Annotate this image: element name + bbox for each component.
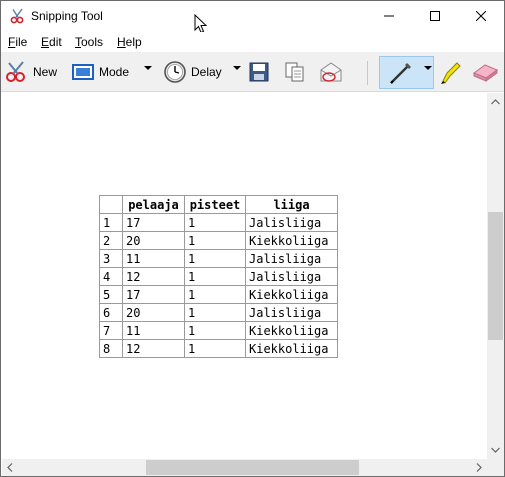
table-row: 6 20 1 Jalisliiga xyxy=(99,303,338,322)
cell-liiga: Kiekkoliiga xyxy=(245,339,338,358)
table-row: 3 11 1 Jalisliiga xyxy=(99,249,338,268)
cell-pisteet: 1 xyxy=(184,249,246,268)
data-table: pelaaja pisteet liiga 1 17 1 Jalisliiga … xyxy=(99,195,338,358)
cell-liiga: Jalisliiga xyxy=(245,303,338,322)
mode-button[interactable]: Mode xyxy=(71,57,129,87)
maximize-button[interactable] xyxy=(412,1,458,31)
cell-index: 7 xyxy=(99,321,123,340)
cell-pisteet: 1 xyxy=(184,231,246,250)
delay-button[interactable]: Delay xyxy=(163,57,222,87)
mouse-cursor-icon xyxy=(194,14,208,34)
cell-pisteet: 1 xyxy=(184,339,246,358)
delay-dropdown-arrow-icon[interactable] xyxy=(233,66,241,70)
table-row: 5 17 1 Kiekkoliiga xyxy=(99,285,338,304)
cell-pelaaja: 12 xyxy=(122,339,185,358)
cell-liiga: Kiekkoliiga xyxy=(245,285,338,304)
menu-edit[interactable]: Edit xyxy=(41,35,62,49)
menu-tools[interactable]: Tools xyxy=(75,35,103,49)
clock-icon xyxy=(164,61,186,83)
cell-index: 2 xyxy=(99,231,123,250)
cell-liiga: Jalisliiga xyxy=(245,249,338,268)
cell-pelaaja: 11 xyxy=(122,249,185,268)
scroll-right-arrow-icon[interactable] xyxy=(476,463,482,472)
mode-label: Mode xyxy=(99,65,130,79)
eraser-button[interactable] xyxy=(471,57,499,87)
snip-canvas[interactable]: pelaaja pisteet liiga 1 17 1 Jalisliiga … xyxy=(2,93,487,459)
scroll-left-arrow-icon[interactable] xyxy=(7,463,13,472)
scroll-up-arrow-icon[interactable] xyxy=(491,99,500,105)
scrollbar-corner xyxy=(487,459,504,476)
minimize-button[interactable] xyxy=(366,1,412,31)
cell-index: 8 xyxy=(99,339,123,358)
horizontal-scroll-thumb[interactable] xyxy=(146,460,359,475)
header-cell-pisteet: pisteet xyxy=(184,195,246,214)
cell-liiga: Jalisliiga xyxy=(245,267,338,286)
new-label: New xyxy=(33,65,58,79)
cell-pisteet: 1 xyxy=(184,267,246,286)
snipping-tool-window: Snipping Tool File Edit Tools Help New M… xyxy=(0,0,505,477)
vertical-scrollbar[interactable] xyxy=(487,93,504,459)
header-cell-liiga: liiga xyxy=(245,195,338,214)
table-header-row: pelaaja pisteet liiga xyxy=(99,195,338,214)
highlighter-icon xyxy=(441,62,461,84)
close-icon xyxy=(476,11,486,21)
header-cell-pelaaja: pelaaja xyxy=(122,195,185,214)
cell-pisteet: 1 xyxy=(184,285,246,304)
save-button[interactable] xyxy=(249,57,269,87)
cell-index: 6 xyxy=(99,303,123,322)
table-row: 2 20 1 Kiekkoliiga xyxy=(99,231,338,250)
menu-bar: File Edit Tools Help xyxy=(1,32,504,52)
vertical-scroll-thumb[interactable] xyxy=(488,212,503,340)
pen-icon xyxy=(390,63,411,84)
cell-index: 1 xyxy=(99,213,123,232)
cell-pisteet: 1 xyxy=(184,213,246,232)
mode-dropdown-arrow-icon[interactable] xyxy=(144,66,152,70)
table-row: 4 12 1 Jalisliiga xyxy=(99,267,338,286)
table-row: 1 17 1 Jalisliiga xyxy=(99,213,338,232)
eraser-icon xyxy=(472,64,499,82)
pen-dropdown-arrow-icon[interactable] xyxy=(424,66,432,70)
scissors-icon xyxy=(6,61,25,82)
scissors-app-icon xyxy=(10,8,24,24)
save-icon xyxy=(249,62,269,82)
header-cell-index xyxy=(99,195,123,214)
highlighter-button[interactable] xyxy=(439,57,461,87)
toolbar: New Mode Delay xyxy=(1,52,504,92)
copy-icon xyxy=(285,62,304,82)
close-button[interactable] xyxy=(458,1,504,31)
copy-button[interactable] xyxy=(284,57,306,87)
delay-label: Delay xyxy=(191,65,222,79)
menu-help[interactable]: Help xyxy=(117,35,142,49)
scroll-down-arrow-icon[interactable] xyxy=(491,447,500,453)
cell-liiga: Kiekkoliiga xyxy=(245,231,338,250)
cell-pelaaja: 12 xyxy=(122,267,185,286)
cell-index: 4 xyxy=(99,267,123,286)
cell-pelaaja: 20 xyxy=(122,231,185,250)
horizontal-scrollbar[interactable] xyxy=(2,459,487,476)
toolbar-separator xyxy=(367,61,368,85)
menu-file[interactable]: File xyxy=(8,35,27,49)
cell-pelaaja: 20 xyxy=(122,303,185,322)
maximize-icon xyxy=(430,11,440,21)
cell-liiga: Kiekkoliiga xyxy=(245,321,338,340)
minimize-icon xyxy=(384,15,394,17)
cell-pelaaja: 17 xyxy=(122,285,185,304)
table-row: 7 11 1 Kiekkoliiga xyxy=(99,321,338,340)
send-icon xyxy=(320,62,342,82)
cell-pisteet: 1 xyxy=(184,303,246,322)
table-row: 8 12 1 Kiekkoliiga xyxy=(99,339,338,358)
title-bar[interactable]: Snipping Tool xyxy=(1,1,504,34)
send-snip-button[interactable] xyxy=(319,57,345,87)
cell-index: 5 xyxy=(99,285,123,304)
cell-index: 3 xyxy=(99,249,123,268)
cell-pelaaja: 17 xyxy=(122,213,185,232)
cell-pelaaja: 11 xyxy=(122,321,185,340)
new-snip-button[interactable]: New xyxy=(5,57,57,87)
window-title: Snipping Tool xyxy=(31,9,103,23)
cell-pisteet: 1 xyxy=(184,321,246,340)
mode-icon xyxy=(72,64,94,80)
cell-liiga: Jalisliiga xyxy=(245,213,338,232)
